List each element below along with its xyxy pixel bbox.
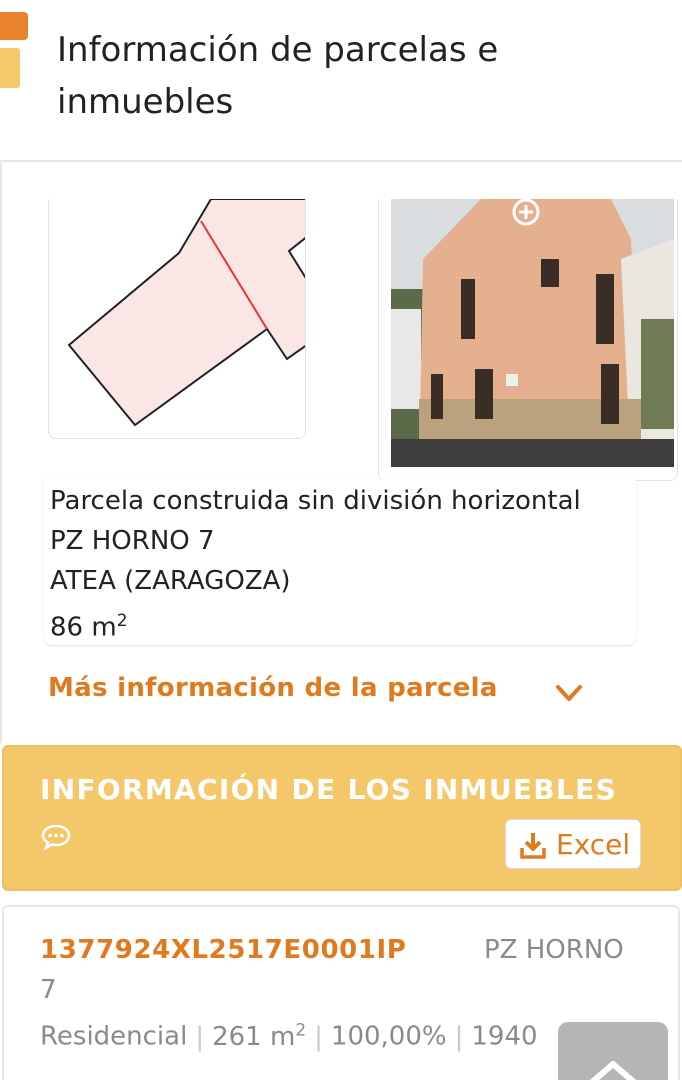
parcel-type: Parcela construida sin división horizont… (50, 486, 581, 516)
inmuebles-section-title: INFORMACIÓN DE LOS INMUEBLES (40, 773, 617, 806)
parcel-plan-drawing (67, 199, 305, 427)
inmueble-details: Residencial | 261 m2 | 100,00% | 1940 (40, 1011, 538, 1056)
inmueble-address: PZ HORNO (484, 935, 624, 965)
inmueble-participation: 100,00% (330, 1021, 447, 1052)
inmueble-address-number: 7 (40, 975, 57, 1005)
inmueble-surface-value: 261 m (212, 1021, 296, 1052)
excel-export-label[interactable]: Excel (556, 828, 630, 862)
separator: | (195, 1021, 205, 1052)
inmueble-surface: 261 m2 (212, 1020, 307, 1052)
separator: | (314, 1021, 323, 1052)
parcel-area-exponent: 2 (116, 611, 128, 631)
parcel-description-card: Parcela construida sin división horizont… (44, 479, 636, 645)
inmuebles-section-header: INFORMACIÓN DE LOS INMUEBLES Excel (2, 745, 682, 891)
cadastral-reference-link[interactable]: 1377924XL2517E0001IP (40, 931, 406, 969)
inmueble-year: 1940 (471, 1021, 538, 1052)
parcel-municipality: ATEA (ZARAGOZA) (50, 566, 291, 596)
excel-export-button[interactable]: Excel (505, 819, 641, 869)
inmueble-use: Residencial (40, 1021, 188, 1052)
app-header: Información de parcelas e inmuebles (0, 0, 682, 162)
main-content[interactable]: Parcela construida sin división horizont… (0, 163, 682, 1080)
parcel-street: PZ HORNO 7 (50, 526, 215, 556)
inmueble-surface-exponent: 2 (295, 1020, 307, 1040)
parcel-area-value: 86 m (50, 612, 117, 643)
app-logo-top (0, 12, 28, 40)
chevron-up-icon (590, 1061, 636, 1080)
app-logo-bottom (0, 48, 20, 88)
chat-icon[interactable] (40, 823, 72, 851)
parcel-area: 86 m2 (50, 601, 128, 648)
page-title: Información de parcelas e inmuebles (57, 30, 499, 122)
chevron-down-icon[interactable] (554, 683, 584, 705)
separator: | (454, 1021, 464, 1052)
more-parcel-info-toggle[interactable]: Más información de la parcela (48, 669, 608, 709)
scroll-to-top-button[interactable] (558, 1022, 668, 1080)
parcel-photo-card[interactable] (378, 199, 678, 481)
download-icon (520, 833, 546, 859)
facade-photo (391, 199, 674, 467)
more-parcel-info-label[interactable]: Más información de la parcela (48, 669, 498, 707)
zoom-icon[interactable] (511, 199, 541, 227)
parcel-plan-card[interactable] (48, 199, 306, 439)
